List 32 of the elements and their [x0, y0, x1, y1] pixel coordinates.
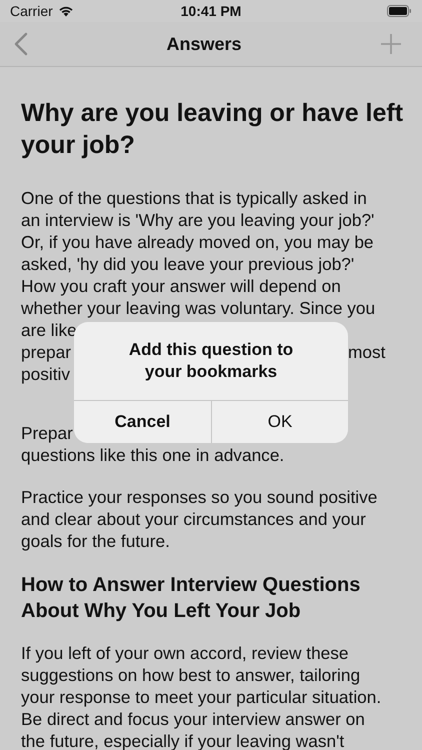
- section-heading: How to Answer Interview Questions: [21, 574, 360, 596]
- page-title: Why are you leaving or have left: [21, 99, 404, 127]
- status-time: 10:41 PM: [180, 3, 242, 19]
- paragraph-line: Prepar: [21, 423, 73, 443]
- paragraph-line: positiv: [21, 364, 70, 384]
- paragraph-line: most: [348, 341, 386, 363]
- wifi-icon: [58, 5, 74, 17]
- ok-button[interactable]: OK: [211, 401, 348, 443]
- paragraph-line: asked, 'hy did you leave your previous job?': [21, 254, 354, 274]
- page-title: your job?: [21, 131, 135, 159]
- paragraph-line: One of the questions that is typically asked in: [21, 188, 367, 208]
- screen-title: Answers: [166, 34, 242, 54]
- paragraph-line: suggestions on how best to answer, tailoring: [21, 665, 360, 685]
- paragraph-line: your response to meet your particular situation.: [21, 687, 382, 707]
- paragraph-line: Or, if you have already moved on, you may be: [21, 232, 374, 252]
- paragraph-line: prepar: [21, 341, 71, 363]
- paragraph-line: are like: [21, 320, 77, 340]
- paragraph-line: whether your leaving was voluntary. Since you: [21, 298, 376, 318]
- back-icon[interactable]: [14, 32, 28, 56]
- paragraph-line: Be direct and focus your interview answer on: [21, 709, 365, 729]
- paragraph-line: and clear about your circumstances and your: [21, 509, 366, 529]
- add-icon[interactable]: [380, 33, 402, 55]
- section-heading: About Why You Left Your Job: [21, 600, 301, 622]
- paragraph-line: an interview is 'Why are you leaving your job?': [21, 210, 374, 230]
- paragraph-line: questions like this one in advance.: [21, 445, 284, 465]
- paragraph-line: goals for the future.: [21, 531, 170, 551]
- carrier-label: Carrier: [10, 3, 53, 19]
- paragraph-line: If you left of your own accord, review these: [21, 643, 349, 663]
- paragraph-line: Practice your responses so you sound positive: [21, 487, 378, 507]
- alert-message: Add this question to your bookmarks: [128, 339, 294, 383]
- battery-icon: [387, 5, 412, 17]
- paragraph-line: How you craft your answer will depend on: [21, 276, 341, 296]
